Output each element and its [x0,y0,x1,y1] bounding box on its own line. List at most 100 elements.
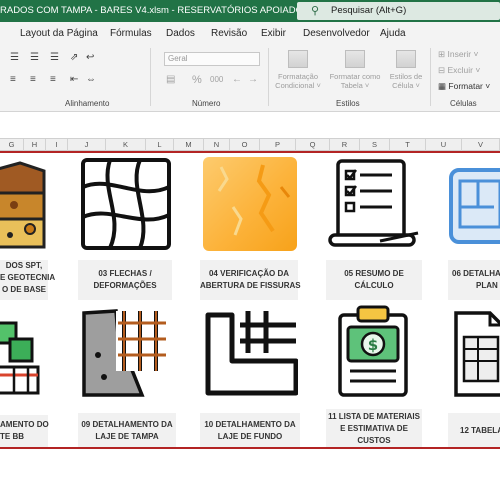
insert-button[interactable]: ⊞ Inserir ˅ [438,49,478,60]
menu-layout-da-pagina[interactable]: Layout da Página [20,28,98,39]
frame-border-bottom [0,447,500,449]
card-label-line: 12 TABELA [460,426,500,435]
column-header[interactable]: U [426,139,462,151]
card-label: 04 VERIFICAÇÃO DA ABERTURA DE FISSURAS [200,260,301,300]
card-laje-de-fundo[interactable]: 10 DETALHAMENTO DA LAJE DE FUNDO [200,305,300,451]
card-label-line: ABERTURA DE FISSURAS [200,281,301,290]
card-label-line: 11 LISTA DE MATERIAIS [328,412,420,421]
card-resumo-calculo[interactable]: 05 RESUMO DE CÁLCULO [326,157,422,301]
format-as-table-button[interactable]: Formatar como Tabela ˅ [326,50,384,90]
cost-clipboard-icon: $ [338,305,408,397]
group-label-styles: Estilos [336,99,360,108]
column-header[interactable]: S [360,139,390,151]
format-button[interactable]: ▦ Formatar ˅ [438,81,490,92]
column-header[interactable]: I [46,139,68,151]
align-bottom-icon[interactable]: ☰ [50,52,59,63]
currency-icon[interactable]: ▤ [166,74,175,85]
ribbon: ☰ ☰ ☰ ⇗ ↩ ≡ ≡ ≡ ⇤ ⇔ Alinhamento Geral ▤ … [0,44,500,112]
card-lista-materiais[interactable]: $ 11 LISTA DE MATERIAIS E ESTIMATIVA DE … [326,305,422,451]
card-label: 09 DETALHAMENTO DA LAJE DE TAMPA [78,413,176,449]
menu-exibir[interactable]: Exibir [261,28,286,39]
column-header[interactable]: M [174,139,204,151]
column-header[interactable]: T [390,139,426,151]
column-header[interactable]: O [230,139,260,151]
align-top-icon[interactable]: ☰ [10,52,19,63]
thousands-button[interactable]: 000 [210,75,223,84]
column-header[interactable]: J [68,139,106,151]
cell-styles-button[interactable]: Estilos de Célula ˅ [384,50,428,90]
column-header[interactable]: Q [296,139,330,151]
column-header[interactable]: P [260,139,296,151]
chevron-down-icon: ˅ [485,81,491,91]
card-laje-de-tampa[interactable]: 09 DETALHAMENTO DA LAJE DE TAMPA [78,305,176,451]
decrease-decimal-icon[interactable]: → [248,74,258,85]
insert-icon: ⊞ [438,49,446,59]
card-tabela[interactable]: 12 TABELA [448,305,500,451]
card-label-line: 04 VERIFICAÇÃO DA [208,269,289,278]
worksheet-grid[interactable]: DOS SPT, E GEOTECNIA O DE BASE 03 FLECHA… [0,151,500,500]
card-label-line: CUSTOS [357,436,391,445]
increase-decimal-icon[interactable]: ← [232,74,242,85]
menu-ajuda[interactable]: Ajuda [380,28,406,39]
column-header[interactable]: H [24,139,46,151]
card-label-line: CÁLCULO [354,281,394,290]
orientation-icon[interactable]: ⇗ [70,52,78,63]
chevron-down-icon: ˅ [473,49,479,59]
column-header[interactable]: G [0,139,24,151]
percent-button[interactable]: % [192,74,202,86]
card-detalhamento-bb[interactable]: AMENTO DO TE BB [0,305,62,451]
conditional-formatting-label: Formatação Condicional [275,72,319,90]
number-format-value: Geral [168,54,188,63]
chevron-down-icon: ˅ [475,65,481,75]
format-as-table-icon [345,50,365,68]
cracked-wall-icon [203,157,297,251]
card-label-line: 03 FLECHAS / [98,269,152,278]
align-center-icon[interactable]: ≡ [30,74,36,85]
card-detalhamento-planta[interactable]: 06 DETALHA PLAN [448,157,500,301]
column-header[interactable]: V [462,139,500,151]
merge-center-icon[interactable]: ⇔ [86,74,96,85]
title-bar: RADOS COM TAMPA - BARES V4.xlsm - RESERV… [0,0,500,22]
search-box[interactable]: ⚲ Pesquisar (Alt+G) [297,2,500,20]
align-middle-icon[interactable]: ☰ [30,52,39,63]
delete-button[interactable]: ⊟ Excluir ˅ [438,65,480,76]
format-label: Formatar [448,81,483,91]
conditional-formatting-button[interactable]: Formatação Condicional ˅ [270,50,326,90]
number-format-select[interactable]: Geral [164,52,260,66]
card-label-line: LAJE DE TAMPA [95,432,159,441]
insert-label: Inserir [447,49,472,59]
menu-bar: Layout da Página Fórmulas Dados Revisão … [0,22,500,44]
group-label-cells: Células [450,99,477,108]
menu-revisao[interactable]: Revisão [211,28,247,39]
menu-formulas[interactable]: Fórmulas [110,28,152,39]
ribbon-separator [430,48,431,106]
wrap-text-icon[interactable]: ↩ [86,52,94,63]
card-label-line: 09 DETALHAMENTO DA [81,420,173,429]
card-label-line: TE BB [0,432,24,441]
card-label: 05 RESUMO DE CÁLCULO [326,260,422,300]
card-verificacao-fissuras[interactable]: 04 VERIFICAÇÃO DA ABERTURA DE FISSURAS [200,157,301,301]
format-as-table-label: Formatar como Tabela [329,72,381,90]
menu-desenvolvedor[interactable]: Desenvolvedor [303,28,370,39]
checklist-scroll-icon [328,159,419,247]
column-header[interactable]: R [330,139,360,151]
rebar-slab-icon [82,309,170,397]
card-sondagem[interactable]: DOS SPT, E GEOTECNIA O DE BASE [0,157,62,301]
align-left-icon[interactable]: ≡ [10,74,16,85]
column-header[interactable]: N [204,139,230,151]
card-label-line: E ESTIMATIVA DE [340,424,408,433]
card-label: 10 DETALHAMENTO DA LAJE DE FUNDO [200,413,300,449]
document-table-icon [454,311,500,397]
cell-styles-icon [396,50,416,68]
card-label-line: E GEOTECNIA [0,273,56,282]
search-placeholder: Pesquisar (Alt+G) [331,5,407,16]
column-header[interactable]: L [146,139,174,151]
card-flechas-deformacoes[interactable]: 03 FLECHAS / DEFORMAÇÕES [78,157,172,301]
soil-layers-icon [0,161,46,249]
decrease-indent-icon[interactable]: ⇤ [70,74,78,85]
card-label: DOS SPT, E GEOTECNIA O DE BASE [0,260,56,300]
menu-dados[interactable]: Dados [166,28,195,39]
align-right-icon[interactable]: ≡ [50,74,56,85]
column-header[interactable]: K [106,139,146,151]
formula-bar-area [0,112,500,138]
